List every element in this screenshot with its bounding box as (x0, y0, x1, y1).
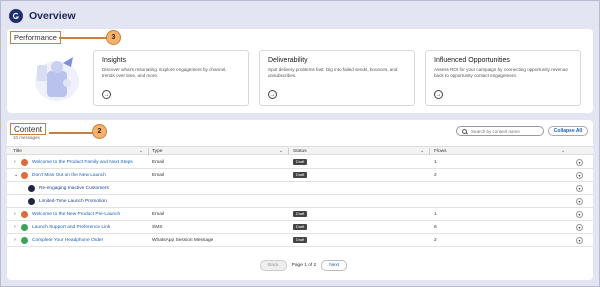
whatsapp-icon (21, 237, 28, 244)
arrow-right-icon[interactable]: → (434, 90, 443, 99)
tile-title: Influenced Opportunities (434, 57, 510, 64)
row-menu-icon[interactable]: ▾ (576, 159, 583, 166)
email-icon (21, 211, 28, 218)
column-divider (148, 148, 149, 155)
status-badge: Draft (293, 211, 308, 217)
chevron-right-icon[interactable]: › (14, 237, 16, 243)
content-title-link[interactable]: Complete Your Headphone Order (32, 238, 103, 243)
row-menu-icon[interactable]: ▾ (576, 224, 583, 231)
callout-connector (49, 132, 93, 134)
chevron-right-icon[interactable]: › (14, 211, 16, 217)
arrow-right-icon[interactable]: → (102, 90, 111, 99)
journey-icon (28, 198, 35, 205)
content-title-link[interactable]: Launch Support and Preference Link (32, 225, 110, 230)
flow-count: 2 (434, 238, 437, 243)
message-count: 10 messages (13, 135, 40, 140)
status-badge: Draft (293, 172, 308, 178)
content-title-link[interactable]: Re-engaging Inactive Customers (39, 186, 109, 191)
row-menu-icon[interactable]: ▾ (576, 185, 583, 192)
app-logo-icon (9, 9, 23, 23)
back-button[interactable]: Back (260, 259, 287, 271)
column-type[interactable]: Type (152, 149, 162, 154)
tile-title: Deliverability (268, 57, 308, 64)
next-button[interactable]: Next (321, 259, 348, 271)
column-divider (288, 148, 289, 155)
column-divider (429, 148, 430, 155)
performance-illustration-icon (35, 57, 79, 101)
status-badge: Draft (293, 237, 308, 243)
influenced-opportunities-tile[interactable]: Influenced Opportunities Assess ROI for … (425, 50, 581, 106)
chevron-right-icon[interactable]: › (14, 159, 16, 165)
insights-tile[interactable]: Insights Discover what's resonating. Exp… (93, 50, 249, 106)
flow-count: 2 (434, 173, 437, 178)
collapse-all-button[interactable]: Collapse All (548, 126, 588, 136)
table-row[interactable]: › Welcome to the Product Family and Next… (7, 156, 593, 169)
content-type: Email (152, 160, 164, 165)
chevron-down-icon[interactable]: ⌄ (561, 148, 565, 154)
table-header: Title ⌄ Type ⌄ Status ⌄ Flows ⌄ (7, 146, 593, 155)
table-row-child[interactable]: Limited-Time Launch Promotion ▾ (7, 195, 593, 208)
chevron-down-icon[interactable]: ⌄ (279, 148, 283, 154)
status-badge: Draft (293, 159, 308, 165)
search-placeholder: Search by content name (471, 128, 520, 134)
row-menu-icon[interactable]: ▾ (576, 172, 583, 179)
flow-count: 1 (434, 160, 437, 165)
pagination: Back Page 1 of 2 Next (260, 259, 348, 271)
deliverability-tile[interactable]: Deliverability Spot delivery problems fa… (259, 50, 415, 106)
sms-icon (21, 224, 28, 231)
content-title-link[interactable]: Don't Miss Out on the New Launch (32, 173, 106, 178)
callout-badge: 2 (92, 124, 107, 139)
status-badge: Draft (293, 224, 308, 230)
page-info: Page 1 of 2 (291, 262, 317, 268)
page-title: Overview (29, 10, 76, 22)
page-header: Overview (9, 8, 76, 24)
chevron-down-icon[interactable]: ⌄ (14, 172, 18, 178)
column-flows[interactable]: Flows (434, 149, 447, 154)
chevron-right-icon[interactable]: › (14, 224, 16, 230)
content-title-link[interactable]: Welcome to the New Product Pre-Launch (32, 212, 120, 217)
tile-title: Insights (102, 57, 127, 64)
row-menu-icon[interactable]: ▾ (576, 237, 583, 244)
search-input[interactable]: Search by content name (456, 126, 544, 136)
table-row[interactable]: › Welcome to the New Product Pre-Launch … (7, 208, 593, 221)
chevron-down-icon[interactable]: ⌄ (420, 148, 424, 154)
content-type: Email (152, 173, 164, 178)
row-menu-icon[interactable]: ▾ (576, 211, 583, 218)
tile-description: Discover what's resonating. Explore enga… (102, 67, 227, 78)
content-label: Content (10, 123, 47, 135)
content-type: SMS (152, 225, 163, 230)
tile-description: Assess ROI for your campaign by connecti… (434, 67, 568, 78)
flow-count: 1 (434, 212, 437, 217)
callout-badge: 3 (106, 30, 121, 45)
table-row-child[interactable]: Re-engaging Inactive Customers ▾ (7, 182, 593, 195)
column-status[interactable]: Status (293, 149, 307, 154)
content-title-link[interactable]: Limited-Time Launch Promotion (39, 199, 107, 204)
search-icon (462, 128, 467, 134)
table-row[interactable]: › Launch Support and Preference Link SMS… (7, 221, 593, 234)
content-type: Email (152, 212, 164, 217)
table-row[interactable]: › Complete Your Headphone Order WhatsApp… (7, 234, 593, 247)
email-icon (21, 172, 28, 179)
arrow-right-icon[interactable]: → (268, 90, 277, 99)
tile-description: Spot delivery problems fast. Dig into fa… (268, 67, 398, 78)
row-menu-icon[interactable]: ▾ (576, 198, 583, 205)
performance-card: Performance 3 Insights Discover what's r… (7, 29, 593, 113)
performance-label: Performance (10, 31, 61, 44)
email-icon (21, 159, 28, 166)
content-type: WhatsApp Session Message (152, 238, 214, 243)
content-title-link[interactable]: Welcome to the Product Family and Next S… (32, 160, 133, 165)
journey-icon (28, 185, 35, 192)
flow-count: 6 (434, 225, 437, 230)
column-title[interactable]: Title (13, 149, 22, 154)
table-row[interactable]: ⌄ Don't Miss Out on the New Launch Email… (7, 169, 593, 182)
content-card: Content 10 messages 2 Search by content … (7, 120, 593, 280)
chevron-down-icon[interactable]: ⌄ (139, 148, 143, 154)
callout-connector (59, 37, 107, 39)
